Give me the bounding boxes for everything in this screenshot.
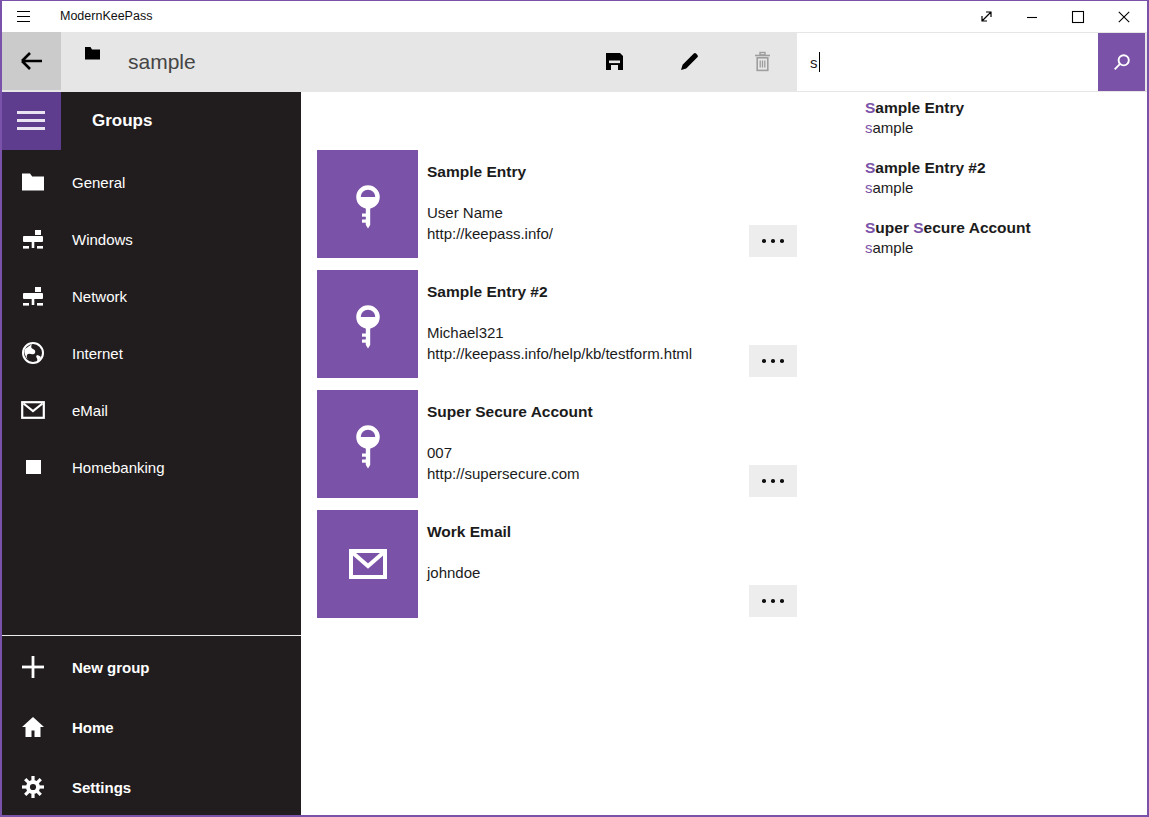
- globe-icon: [20, 340, 46, 366]
- key-icon: [317, 270, 418, 378]
- entry-row[interactable]: Work Email johndoe: [317, 510, 1149, 618]
- sidebar-item-internet[interactable]: Internet: [2, 324, 301, 381]
- plus-icon: [20, 654, 46, 680]
- minimize-icon: [1024, 9, 1040, 25]
- suggestion-item[interactable]: Sample Entry #2 sample: [865, 157, 1145, 207]
- close-button[interactable]: [1101, 1, 1147, 32]
- sidebar-item-network[interactable]: Network: [2, 267, 301, 324]
- window-border-left: [0, 0, 2, 817]
- window-border-top: [0, 0, 1149, 1]
- more-button[interactable]: [749, 345, 797, 377]
- sidebar-item-email[interactable]: eMail: [2, 381, 301, 438]
- app-title: ModernKeePass: [60, 1, 152, 32]
- key-icon: [317, 390, 418, 498]
- workstation-icon: [20, 283, 46, 309]
- title-bar: ModernKeePass: [2, 1, 1147, 32]
- sidebar-divider: [2, 635, 301, 636]
- search-text: s: [810, 54, 818, 71]
- search-box: s: [797, 33, 1145, 91]
- entry-row[interactable]: Super Secure Account 007 http://supersec…: [317, 390, 1149, 498]
- maximize-icon: [1070, 9, 1086, 25]
- fullscreen-button[interactable]: [963, 1, 1009, 32]
- square-icon: [20, 454, 46, 480]
- save-button[interactable]: [590, 37, 638, 85]
- sidebar-footer: New group Home: [2, 637, 301, 817]
- key-icon: [317, 150, 418, 258]
- envelope-icon: [317, 510, 418, 618]
- group-list: General Windows: [2, 153, 301, 495]
- delete-button[interactable]: [738, 37, 786, 85]
- edit-icon: [679, 51, 700, 72]
- suggestion-item[interactable]: Sample Entry sample: [865, 97, 1145, 147]
- workstation-icon: [20, 226, 46, 252]
- more-button[interactable]: [749, 225, 797, 257]
- navigation-pane: Groups General Windows: [2, 92, 301, 815]
- back-button[interactable]: [2, 32, 61, 90]
- search-button[interactable]: [1098, 33, 1145, 91]
- command-bar: sample s: [2, 32, 1147, 92]
- folder-icon: [20, 169, 46, 195]
- text-caret: [819, 52, 820, 72]
- edit-button[interactable]: [665, 37, 713, 85]
- new-group-button[interactable]: New group: [2, 637, 301, 697]
- delete-icon: [753, 51, 772, 72]
- save-icon: [604, 51, 625, 72]
- gear-icon: [20, 774, 46, 800]
- home-button[interactable]: Home: [2, 697, 301, 757]
- envelope-icon: [20, 397, 46, 423]
- nav-hamburger-button[interactable]: [2, 92, 61, 150]
- more-button[interactable]: [749, 465, 797, 497]
- minimize-button[interactable]: [1009, 1, 1055, 32]
- close-icon: [1116, 9, 1132, 25]
- database-title: sample: [128, 32, 196, 92]
- search-icon: [1112, 52, 1132, 72]
- hamburger-icon[interactable]: [17, 11, 30, 23]
- suggestion-item[interactable]: Super Secure Account sample: [865, 217, 1145, 267]
- sidebar-item-windows[interactable]: Windows: [2, 210, 301, 267]
- maximize-button[interactable]: [1055, 1, 1101, 32]
- groups-header: Groups: [92, 92, 152, 150]
- fullscreen-icon: [978, 8, 995, 25]
- sidebar-item-general[interactable]: General: [2, 153, 301, 210]
- more-button[interactable]: [749, 585, 797, 617]
- database-icon: [84, 45, 101, 64]
- settings-button[interactable]: Settings: [2, 757, 301, 817]
- back-arrow-icon: [19, 50, 45, 72]
- home-icon: [20, 714, 46, 740]
- entry-row[interactable]: Sample Entry #2 Michael321 http://keepas…: [317, 270, 1149, 378]
- search-input[interactable]: s: [797, 33, 1098, 91]
- sidebar-item-homebanking[interactable]: Homebanking: [2, 438, 301, 495]
